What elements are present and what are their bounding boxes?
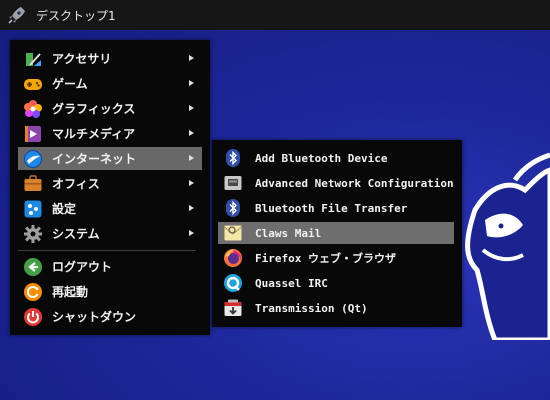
multimedia-icon xyxy=(23,124,43,144)
submenu-arrow-icon xyxy=(189,55,194,61)
submenu-item-add-bluetooth-device[interactable]: Add Bluetooth Device xyxy=(218,147,454,169)
menu-item-system[interactable]: システム xyxy=(18,222,202,245)
menu-item-label: シャットダウン xyxy=(52,310,137,324)
menu-item-reboot[interactable]: 再起動 xyxy=(18,280,202,303)
submenu-item-label: Bluetooth File Transfer xyxy=(255,201,408,215)
wallpaper-mascot-icon xyxy=(465,152,550,340)
menu-item-label: グラフィックス xyxy=(52,102,136,116)
menu-item-accessories[interactable]: アクセサリ xyxy=(18,47,202,70)
menu-separator xyxy=(18,250,196,251)
submenu-item-transmission-qt[interactable]: Transmission (Qt) xyxy=(218,297,454,319)
system-gear-icon xyxy=(23,224,43,244)
main-menu: アクセサリ ゲーム グラフィックス マルチメディア インターネット オフィス 設… xyxy=(10,40,210,335)
mail-icon xyxy=(223,223,243,243)
submenu-item-quassel-irc[interactable]: Quassel IRC xyxy=(218,272,454,294)
submenu-item-firefox[interactable]: Firefox ウェブ・ブラウザ xyxy=(218,247,454,269)
top-panel: デスクトップ1 xyxy=(0,0,550,30)
menu-item-label: インターネット xyxy=(52,152,137,166)
submenu-arrow-icon xyxy=(189,180,194,186)
internet-icon xyxy=(23,149,43,169)
firefox-icon xyxy=(223,248,243,268)
submenu-arrow-icon xyxy=(189,230,194,236)
menu-item-label: システム xyxy=(52,227,100,241)
rocket-icon[interactable] xyxy=(6,4,28,26)
menu-item-label: マルチメディア xyxy=(52,127,136,141)
office-icon xyxy=(23,174,43,194)
menu-item-label: アクセサリ xyxy=(52,52,112,66)
submenu-arrow-icon xyxy=(189,155,194,161)
reboot-icon xyxy=(23,282,43,302)
menu-item-logout[interactable]: ログアウト xyxy=(18,255,202,278)
menu-item-settings[interactable]: 設定 xyxy=(18,197,202,220)
submenu-arrow-icon xyxy=(189,80,194,86)
submenu-arrow-icon xyxy=(189,130,194,136)
menu-item-office[interactable]: オフィス xyxy=(18,172,202,195)
menu-item-shutdown[interactable]: シャットダウン xyxy=(18,305,202,328)
logout-icon xyxy=(23,257,43,277)
submenu-item-label: Claws Mail xyxy=(255,226,322,240)
submenu-arrow-icon xyxy=(189,105,194,111)
submenu-item-label: Transmission (Qt) xyxy=(255,301,368,315)
menu-item-label: ゲーム xyxy=(52,77,88,91)
network-icon xyxy=(223,173,243,193)
internet-submenu: Add Bluetooth Device Advanced Network Co… xyxy=(212,140,462,327)
accessories-icon xyxy=(23,49,43,69)
menu-item-label: オフィス xyxy=(52,177,100,191)
menu-item-label: 設定 xyxy=(52,202,77,216)
desktop-name: デスクトップ1 xyxy=(36,8,116,23)
graphics-icon xyxy=(23,99,43,119)
menu-item-label: 再起動 xyxy=(52,285,89,299)
shutdown-icon xyxy=(23,307,43,327)
quassel-icon xyxy=(223,273,243,293)
menu-item-games[interactable]: ゲーム xyxy=(18,72,202,95)
bluetooth-icon xyxy=(223,148,243,168)
submenu-arrow-icon xyxy=(189,205,194,211)
transmission-icon xyxy=(223,298,243,318)
submenu-item-label: Quassel IRC xyxy=(255,276,328,290)
menu-item-label: ログアウト xyxy=(52,260,113,274)
submenu-item-bluetooth-file-transfer[interactable]: Bluetooth File Transfer xyxy=(218,197,454,219)
submenu-item-advanced-network-configuration[interactable]: Advanced Network Configuration xyxy=(218,172,454,194)
submenu-item-label: Advanced Network Configuration xyxy=(255,176,454,190)
menu-item-multimedia[interactable]: マルチメディア xyxy=(18,122,202,145)
submenu-item-label: Add Bluetooth Device xyxy=(255,151,388,165)
settings-icon xyxy=(23,199,43,219)
bluetooth-icon xyxy=(223,198,243,218)
submenu-item-label: Firefox ウェブ・ブラウザ xyxy=(255,252,396,265)
menu-item-internet[interactable]: インターネット xyxy=(18,147,202,170)
menu-item-graphics[interactable]: グラフィックス xyxy=(18,97,202,120)
gamepad-icon xyxy=(23,74,43,94)
submenu-item-claws-mail[interactable]: Claws Mail xyxy=(218,222,454,244)
